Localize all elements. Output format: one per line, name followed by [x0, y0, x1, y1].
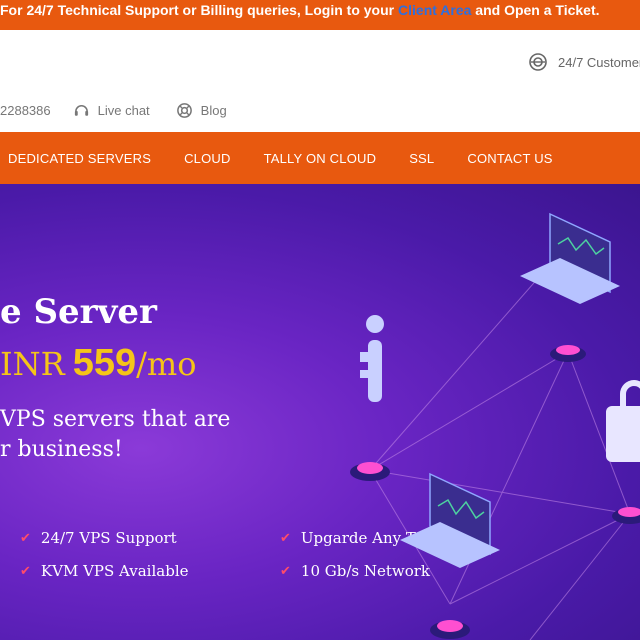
- check-icon: ✔: [20, 530, 31, 546]
- hero-title: e Server: [0, 292, 157, 332]
- live-chat-link[interactable]: Live chat: [73, 102, 150, 119]
- price-period: /mo: [136, 345, 197, 383]
- live-chat-label: Live chat: [97, 103, 150, 118]
- hero-description: VPS servers that are r business!: [0, 405, 230, 465]
- contact-links: 2288386 Live chat Blog: [0, 102, 227, 119]
- support-icon: [529, 53, 547, 71]
- feature-item: ✔ 24/7 VPS Support: [20, 529, 177, 547]
- hero-banner: e Server INR 559/mo VPS servers that are…: [0, 184, 640, 640]
- hero-desc-line-1: VPS servers that are: [0, 407, 231, 432]
- key-icon: [360, 315, 384, 402]
- support-text: 24/7 Customer: [558, 54, 640, 70]
- price-amount: 559: [72, 342, 137, 384]
- blog-link[interactable]: Blog: [176, 102, 227, 119]
- nav-cloud[interactable]: CLOUD: [184, 151, 231, 166]
- check-icon: ✔: [280, 530, 291, 546]
- check-icon: ✔: [280, 563, 291, 579]
- padlock-icon: [606, 380, 640, 462]
- client-area-link[interactable]: Client Area: [398, 2, 471, 18]
- hero-desc-line-2: r business!: [0, 437, 123, 462]
- announcement-bar: For 24/7 Technical Support or Billing qu…: [0, 0, 640, 30]
- check-icon: ✔: [20, 563, 31, 579]
- feature-item: ✔ KVM VPS Available: [20, 562, 189, 580]
- laptop-icon: [520, 212, 620, 304]
- headset-icon: [74, 105, 88, 116]
- nav-ssl[interactable]: SSL: [409, 151, 434, 166]
- phone-number[interactable]: 2288386: [0, 103, 51, 118]
- lifebuoy-icon: [176, 103, 192, 118]
- nav-contact-us[interactable]: CONTACT US: [467, 151, 552, 166]
- main-nav: DEDICATED SERVERS CLOUD TALLY ON CLOUD S…: [0, 132, 640, 184]
- price-line: INR 559/mo: [0, 342, 197, 385]
- blog-label: Blog: [200, 103, 227, 118]
- nav-dedicated-servers[interactable]: DEDICATED SERVERS: [8, 151, 151, 166]
- announcement-prefix: For 24/7 Technical Support or Billing qu…: [0, 2, 399, 18]
- network-nodes: [350, 345, 640, 639]
- announcement-suffix: and Open a Ticket.: [471, 2, 600, 18]
- network-illustration: [350, 212, 640, 640]
- laptop-icon: [400, 472, 500, 568]
- site-header: 24/7 Customer 2288386 Live chat Blog: [0, 30, 640, 132]
- support-info: 24/7 Customer: [528, 52, 640, 72]
- price-currency: INR: [0, 345, 65, 383]
- nav-tally-on-cloud[interactable]: TALLY ON CLOUD: [264, 151, 377, 166]
